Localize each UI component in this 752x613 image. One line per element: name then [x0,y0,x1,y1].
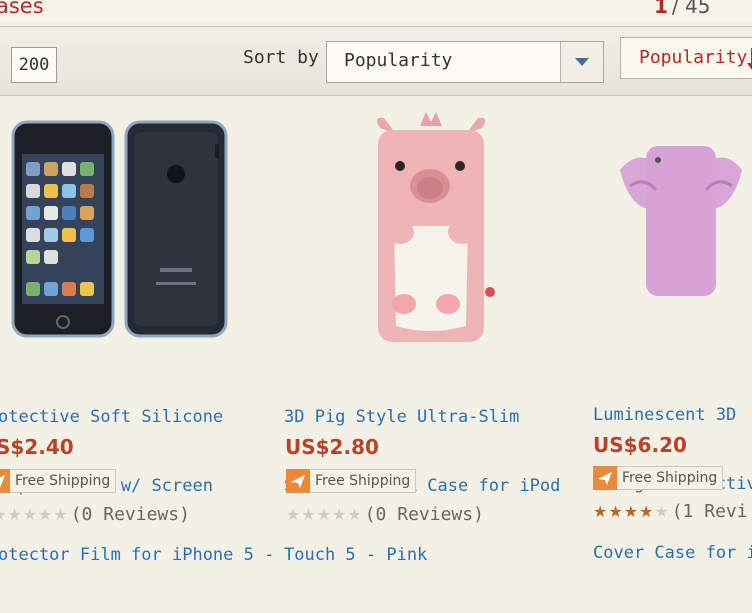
product-card[interactable]: Luminescent 3D Design Protectiv Cover Ca… [590,0,752,564]
star-empty-icon: ★ [7,504,22,524]
free-shipping-label: Free Shipping [10,469,117,493]
product-image[interactable] [10,116,230,346]
product-price: US$6.20 [593,433,687,457]
reviews-count-link[interactable]: (0 Reviews) [71,504,190,525]
star-filled-icon: ★ [623,501,639,521]
airplane-icon [593,466,617,490]
product-title-line: Cover Case for i [593,543,752,563]
free-shipping-label: Free Shipping [310,469,417,493]
free-shipping-label: Free Shipping [617,466,724,490]
product-image[interactable] [610,140,752,310]
product-image[interactable] [366,108,496,348]
star-empty-icon: ★ [332,504,347,524]
star-rating: ★★★★★ [0,504,69,524]
star-empty-icon: ★ [22,504,38,524]
airplane-icon [286,469,310,493]
star-filled-icon: ★ [608,501,623,521]
star-empty-icon: ★ [0,506,6,523]
product-price: US$2.80 [285,435,379,459]
rating-row[interactable]: ★ ★ ★ ★ ★ (1 Revi [593,501,748,522]
product-card[interactable]: 3D Pig Style Ultra-Slim Silicone Back Ca… [280,0,580,565]
star-empty-icon: ★ [286,504,301,524]
airplane-icon [0,469,10,493]
free-shipping-badge: Free Shipping [593,466,724,490]
star-filled-icon: ★ [639,501,654,521]
star-empty-icon: ★ [347,504,362,524]
product-title-line: otective Soft Silicone [0,407,224,427]
rating-row[interactable]: ★★★★★ (0 Reviews) [0,504,190,525]
star-empty-icon: ★ [301,504,316,524]
star-filled-icon: ★ [593,501,608,521]
star-empty-icon: ★ [316,504,332,524]
reviews-count-link[interactable]: (1 Revi [672,501,748,522]
star-empty-icon: ★ [654,501,669,521]
product-title-link[interactable]: Luminescent 3D Design Protectiv Cover Ca… [593,358,752,564]
product-price: S$2.40 [0,435,74,459]
product-title-line: Luminescent 3D [593,405,737,425]
free-shipping-badge: Free Shipping [286,469,417,493]
star-rating: ★★★★★ [286,504,363,524]
reviews-count-link[interactable]: (0 Reviews) [365,504,484,525]
free-shipping-badge: Free Shipping [0,469,117,493]
star-empty-icon: ★ [38,504,53,524]
star-empty-icon: ★ [53,504,68,524]
product-card[interactable]: otective Soft Silicone imper Frame w/ Sc… [0,0,274,565]
star-rating: ★★★★★ [593,501,670,521]
rating-row[interactable]: ★★★★★ (0 Reviews) [286,504,484,525]
product-title-line: 3D Pig Style Ultra-Slim [284,407,520,427]
